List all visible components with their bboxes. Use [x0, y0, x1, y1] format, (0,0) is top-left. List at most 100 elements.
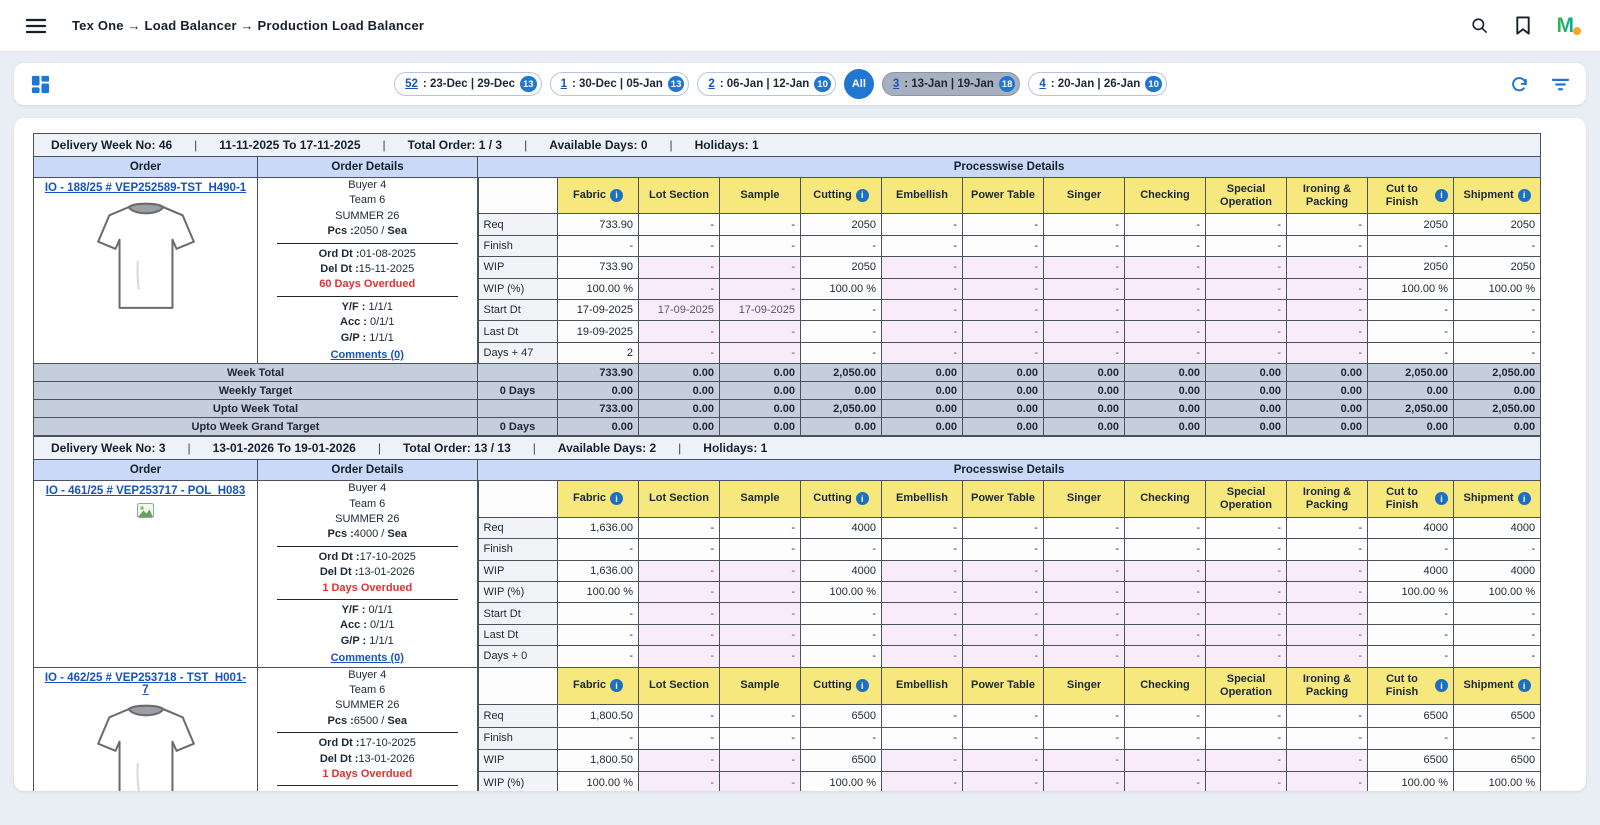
- total-value: 0.00: [1287, 382, 1368, 400]
- row-label: WIP: [478, 257, 558, 278]
- row-label: Finish: [478, 235, 558, 256]
- info-icon[interactable]: i: [610, 492, 623, 505]
- top-header: Tex One → Load Balancer → Production Loa…: [0, 0, 1600, 52]
- value-cell: 2050: [1368, 257, 1454, 278]
- order-detail-line: Team 6: [263, 497, 472, 512]
- dashboard-grid-icon[interactable]: [30, 74, 51, 95]
- order-details-block: Buyer 4Team 6SUMMER 26Pcs :2050 / SeaOrd…: [263, 178, 472, 363]
- column-header: Ironing & Packing: [1287, 481, 1368, 517]
- info-icon[interactable]: i: [610, 679, 623, 692]
- value-cell: 2050: [801, 257, 882, 278]
- column-header: Power Table: [963, 667, 1044, 705]
- refresh-icon[interactable]: [1510, 75, 1529, 94]
- menu-icon[interactable]: [26, 18, 46, 34]
- app-logo[interactable]: M: [1557, 15, 1575, 36]
- meta-separator: |: [533, 441, 536, 455]
- divider: [277, 296, 458, 297]
- value-cell: -: [720, 539, 801, 560]
- total-value: 0.00: [1368, 418, 1454, 436]
- info-icon[interactable]: i: [610, 189, 623, 202]
- week-pill-1[interactable]: 1 : 30-Dec | 05-Jan13: [550, 72, 690, 96]
- value-cell: -: [1125, 257, 1206, 278]
- value-cell: -: [1044, 772, 1125, 791]
- meta-item: 11-11-2025 To 17-11-2025: [219, 138, 360, 152]
- info-icon[interactable]: i: [1435, 492, 1448, 505]
- row-label: Days + 47: [478, 342, 558, 363]
- value-cell: -: [882, 603, 963, 624]
- value-cell: -: [1206, 300, 1287, 321]
- row-label: Req: [478, 214, 558, 235]
- row-label: Finish: [478, 539, 558, 560]
- value-cell: -: [1125, 603, 1206, 624]
- order-link[interactable]: IO - 461/25 # VEP253717 - POL_H083: [41, 485, 250, 497]
- value-cell: -: [963, 278, 1044, 299]
- comments-link[interactable]: Comments (0): [263, 348, 472, 363]
- info-icon[interactable]: i: [1435, 679, 1448, 692]
- value-cell: -: [882, 278, 963, 299]
- filter-icon[interactable]: [1551, 77, 1570, 92]
- week-pill-all[interactable]: All: [844, 69, 874, 99]
- value-cell: -: [882, 300, 963, 321]
- tshirt-drawing: [95, 200, 197, 314]
- value-cell: -: [1044, 257, 1125, 278]
- total-row: Weekly Target0 Days0.000.000.000.000.000…: [34, 382, 1541, 400]
- search-icon[interactable]: [1470, 16, 1489, 35]
- order-detail-line: Buyer 4: [263, 481, 472, 496]
- column-header: Embellish: [882, 667, 963, 705]
- column-header-label: Cut to Finish: [1373, 673, 1431, 699]
- total-value: 0.00: [1454, 382, 1541, 400]
- value-cell: -: [1044, 581, 1125, 602]
- info-icon[interactable]: i: [1518, 189, 1531, 202]
- total-row: Upto Week Grand Target0 Days0.000.000.00…: [34, 418, 1541, 436]
- row-label: Start Dt: [478, 603, 558, 624]
- order-details-block: Buyer 4Team 6SUMMER 26Pcs :4000 / SeaOrd…: [263, 481, 472, 666]
- value-cell: -: [1125, 342, 1206, 363]
- value-cell: 4000: [1368, 560, 1454, 581]
- header-spacer-cell: [478, 178, 558, 214]
- order-link[interactable]: IO - 462/25 # VEP253718 - TST_H001- 7: [41, 672, 250, 696]
- value-cell: -: [1287, 772, 1368, 791]
- info-icon[interactable]: i: [856, 492, 869, 505]
- value-cell: -: [963, 624, 1044, 645]
- info-icon[interactable]: i: [1435, 189, 1448, 202]
- column-header: Checking: [1125, 481, 1206, 517]
- meta-item: Total Order: 13 / 13: [403, 441, 511, 455]
- total-value: 0.00: [1044, 400, 1125, 418]
- value-cell: -: [1287, 278, 1368, 299]
- value-cell: -: [1044, 560, 1125, 581]
- value-cell: 100.00 %: [801, 278, 882, 299]
- total-days: 0 Days: [478, 418, 558, 436]
- value-cell: 6500: [1368, 705, 1454, 727]
- value-cell: -: [720, 581, 801, 602]
- value-cell: -: [558, 235, 639, 256]
- value-cell: 2050: [1454, 257, 1541, 278]
- value-cell: -: [720, 727, 801, 749]
- value-cell: -: [1044, 214, 1125, 235]
- order-detail-line: SUMMER 26: [263, 512, 472, 527]
- total-value: 0.00: [963, 418, 1044, 436]
- value-cell: -: [1368, 342, 1454, 363]
- week-pill-4[interactable]: 4 : 20-Jan | 26-Jan10: [1028, 72, 1167, 96]
- value-cell: -: [1287, 749, 1368, 771]
- value-cell: -: [1206, 278, 1287, 299]
- row-label: WIP (%): [478, 581, 558, 602]
- week-number: 4: [1039, 78, 1045, 90]
- total-value: 0.00: [1368, 382, 1454, 400]
- row-label: WIP: [478, 560, 558, 581]
- info-icon[interactable]: i: [856, 189, 869, 202]
- week-pill-2[interactable]: 2 : 06-Jan | 12-Jan10: [697, 72, 836, 96]
- value-cell: -: [1287, 214, 1368, 235]
- value-cell: -: [801, 342, 882, 363]
- info-icon[interactable]: i: [1518, 679, 1531, 692]
- value-cell: -: [882, 624, 963, 645]
- bookmark-icon[interactable]: [1515, 16, 1531, 35]
- column-header: Ironing & Packing: [1287, 667, 1368, 705]
- order-link[interactable]: IO - 188/25 # VEP252589-TST_H490-1: [41, 182, 250, 194]
- week-pill-52[interactable]: 52 : 23-Dec | 29-Dec13: [394, 72, 541, 96]
- comments-link[interactable]: Comments (0): [263, 651, 472, 666]
- value-cell: -: [1454, 624, 1541, 645]
- info-icon[interactable]: i: [1518, 492, 1531, 505]
- info-icon[interactable]: i: [856, 679, 869, 692]
- week-pill-3[interactable]: 3 : 13-Jan | 19-Jan18: [882, 72, 1021, 96]
- value-cell: -: [1287, 581, 1368, 602]
